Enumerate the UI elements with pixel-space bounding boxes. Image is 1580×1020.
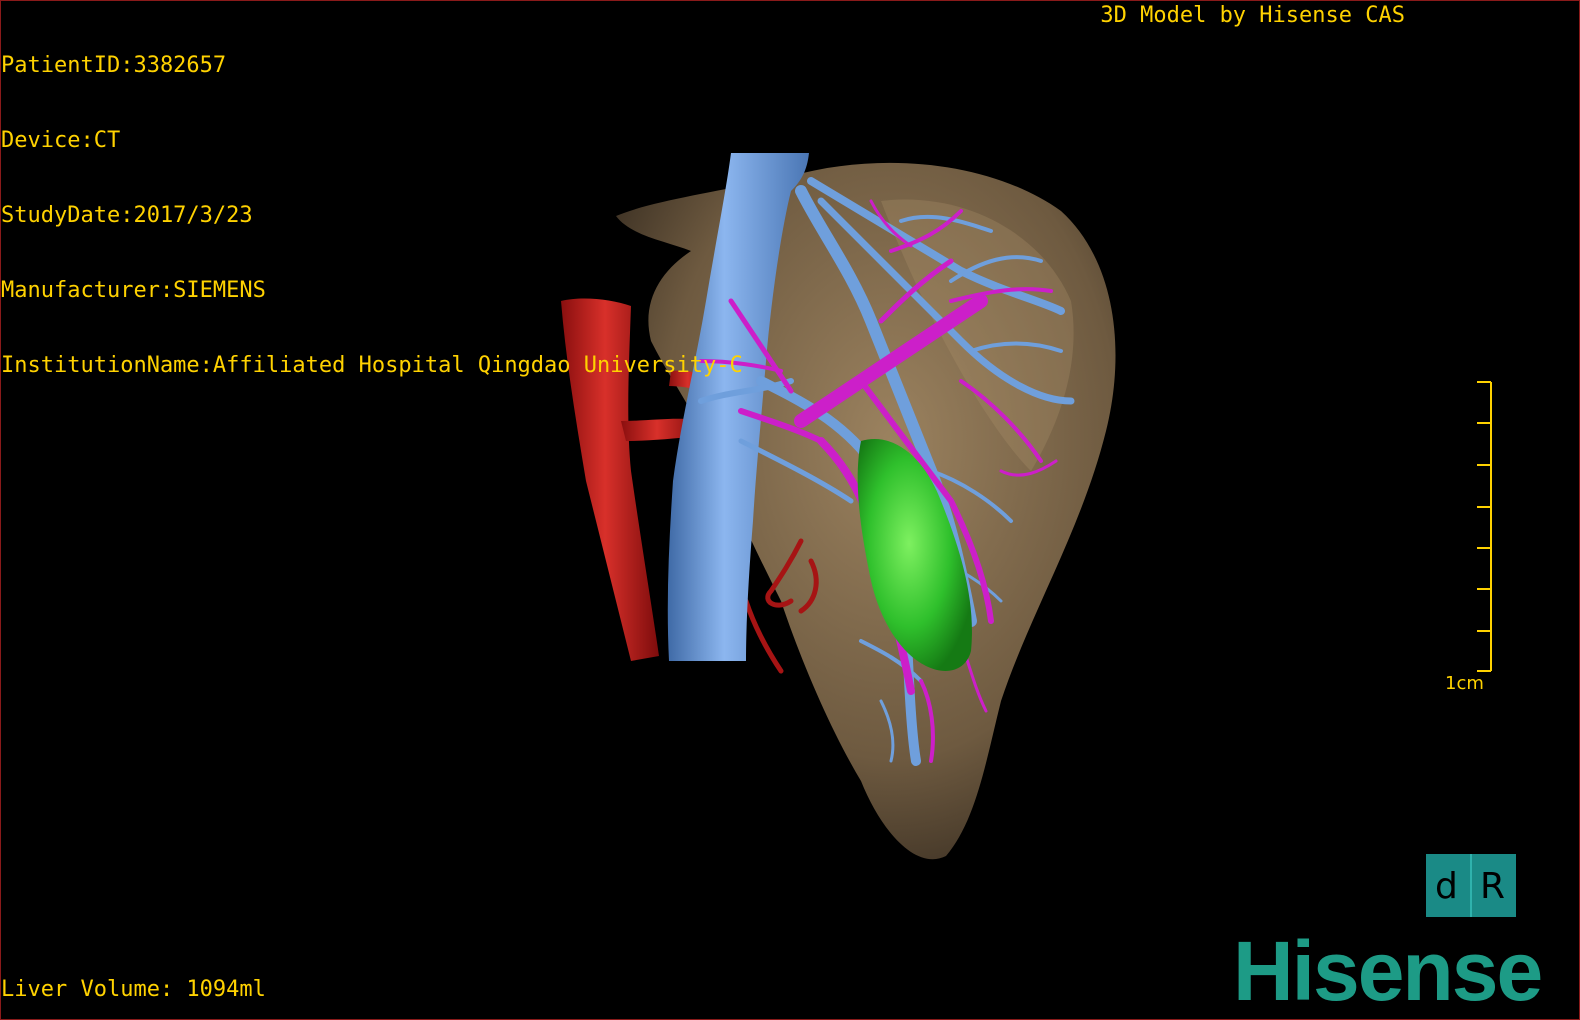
- study-info-block: PatientID:3382657 Device:CT StudyDate:20…: [1, 3, 743, 428]
- orientation-toggle-button[interactable]: d R: [1426, 854, 1516, 917]
- device-text: Device:CT: [1, 128, 121, 153]
- 3d-viewport[interactable]: PatientID:3382657 Device:CT StudyDate:20…: [1, 1, 1567, 1011]
- orientation-right-glyph: R: [1480, 866, 1506, 907]
- manufacturer-text: Manufacturer:SIEMENS: [1, 278, 266, 303]
- hisense-logo: Hisense: [1233, 924, 1543, 1011]
- liver-volume-text: Liver Volume: 1094ml: [1, 977, 266, 1002]
- scale-bar: [1477, 381, 1492, 672]
- study-date-text: StudyDate:2017/3/23: [1, 203, 253, 228]
- orientation-left-glyph: d: [1435, 866, 1458, 907]
- patient-id-text: PatientID:3382657: [1, 53, 227, 78]
- institution-text: InstitutionName:Affiliated Hospital Qing…: [1, 353, 743, 378]
- model-credit-text: 3D Model by Hisense CAS: [1100, 3, 1405, 28]
- orientation-divider: [1470, 854, 1472, 917]
- scale-bar-label: 1cm: [1445, 673, 1484, 694]
